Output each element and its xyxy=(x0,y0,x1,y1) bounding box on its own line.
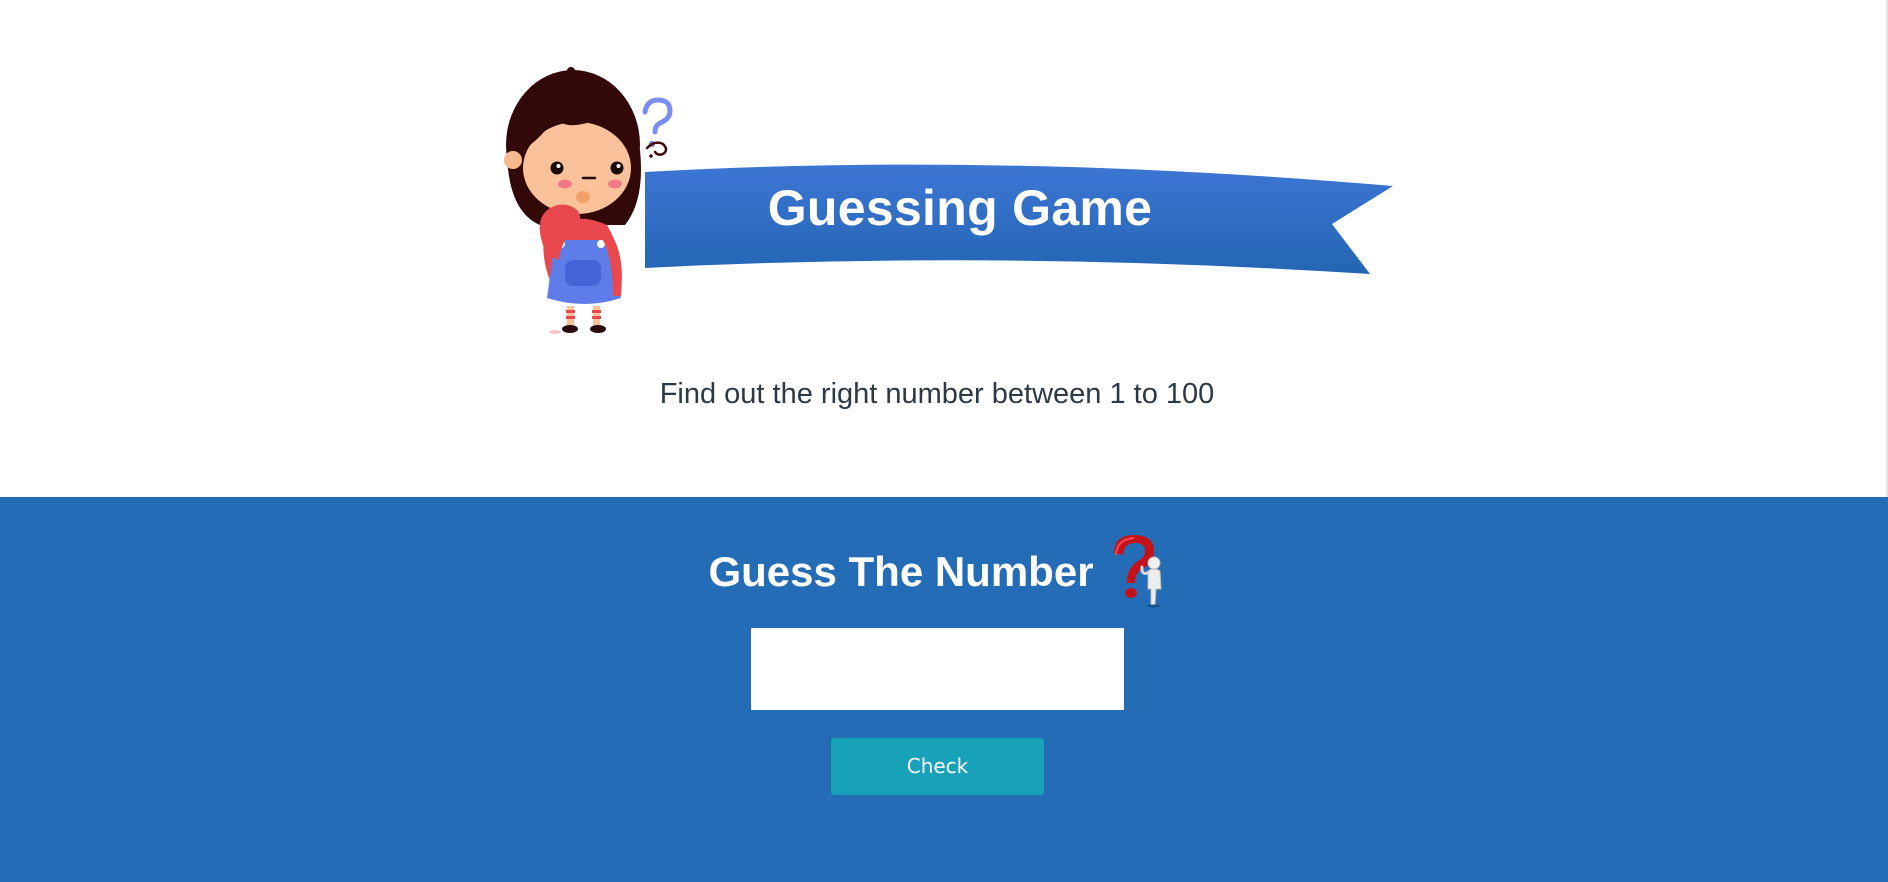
guess-section: Guess The Number Check xyxy=(0,497,1888,882)
thinking-girl-illustration xyxy=(504,67,673,334)
check-button[interactable]: Check xyxy=(831,738,1044,795)
app-title: Guessing Game xyxy=(767,180,1153,236)
guess-heading: Guess The Number xyxy=(0,531,1876,611)
guess-input[interactable] xyxy=(751,628,1124,710)
question-mark-figure-icon xyxy=(1108,531,1168,609)
guess-heading-text: Guess The Number xyxy=(708,547,1094,595)
hero-banner: Guessing Game xyxy=(495,60,1395,340)
header-section: Guessing Game Find out the right number … xyxy=(0,0,1888,497)
page: Guessing Game Find out the right number … xyxy=(0,0,1888,882)
instructions-text: Find out the right number between 1 to 1… xyxy=(659,378,1215,410)
